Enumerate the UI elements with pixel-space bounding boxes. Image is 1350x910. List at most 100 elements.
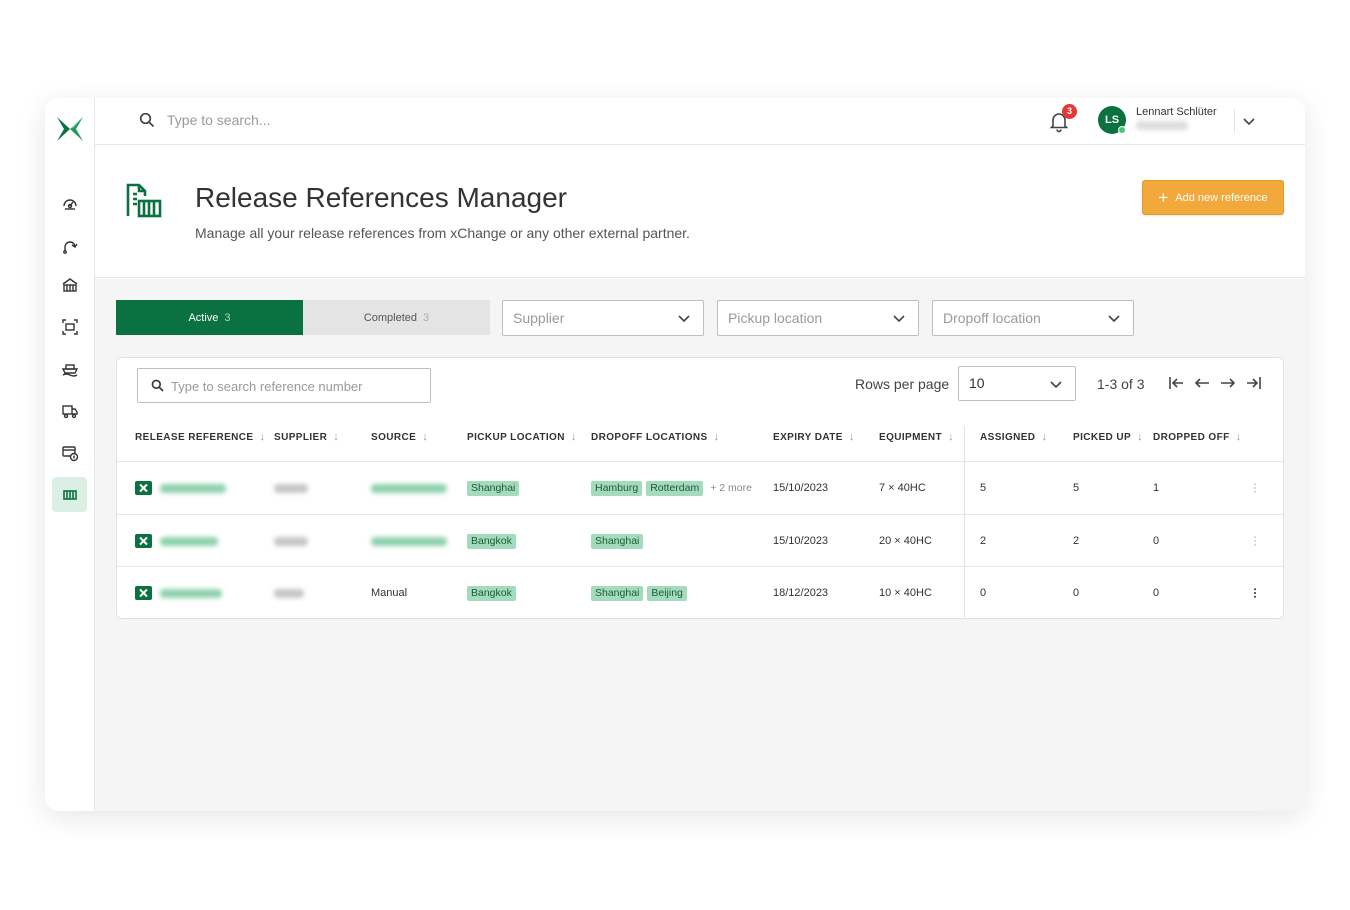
column-label: EXPIRY DATE	[773, 431, 843, 443]
table-row[interactable]: Shanghai Hamburg Rotterdam + 2 more 15/1…	[117, 462, 1283, 514]
location-tag: Shanghai	[467, 480, 520, 496]
supplier-cell	[274, 462, 308, 514]
column-label: SOURCE	[371, 431, 417, 443]
sidebar-item-ship[interactable]	[52, 351, 87, 386]
supplier-filter-select[interactable]: Supplier	[502, 300, 704, 336]
release-reference-cell	[135, 567, 222, 619]
redacted-supplier	[274, 483, 308, 493]
pickup-cell: Bangkok	[467, 567, 520, 619]
references-table-panel: Rows per page 10 1-3 of 3 RELEASE REFERE…	[116, 357, 1284, 619]
next-page-icon[interactable]	[1219, 374, 1237, 392]
sort-arrow-icon: ↓	[948, 431, 954, 443]
tab-completed-label: Completed	[363, 311, 418, 324]
tab-active-count: 3	[224, 311, 231, 324]
container-scan-icon	[61, 318, 78, 335]
user-name: Lennart Schlüter	[1136, 106, 1217, 118]
reference-search-field[interactable]	[137, 368, 431, 403]
redacted-reference-number[interactable]	[160, 483, 226, 493]
column-header-picked-up[interactable]: PICKED UP ↓	[1073, 431, 1143, 443]
dropped-off-cell: 0	[1153, 535, 1160, 547]
row-actions-menu[interactable]	[1253, 567, 1257, 619]
column-header-supplier[interactable]: SUPPLIER ↓	[274, 431, 339, 443]
location-tag: Bangkok	[467, 533, 516, 549]
sidebar-item-container-scan[interactable]	[52, 309, 87, 344]
truck-icon	[61, 404, 78, 418]
chevron-down-icon[interactable]	[1240, 112, 1258, 130]
column-header-release-reference[interactable]: RELEASE REFERENCE ↓	[135, 431, 265, 443]
sidebar-item-billing[interactable]	[52, 435, 87, 470]
more-vertical-icon	[1254, 588, 1256, 598]
picked-up-cell: 0	[1073, 587, 1080, 599]
sort-arrow-icon: ↓	[1137, 431, 1143, 443]
rows-per-page-label: Rows per page	[855, 376, 950, 392]
sidebar	[45, 98, 95, 811]
column-label: SUPPLIER	[274, 431, 328, 443]
dropoff-location-filter-select[interactable]: Dropoff location	[932, 300, 1134, 336]
chevron-down-icon	[1050, 381, 1062, 389]
add-new-reference-button[interactable]: + Add new reference	[1142, 180, 1284, 215]
location-tag: Hamburg	[591, 480, 643, 496]
source-cell: Manual	[371, 587, 408, 599]
sidebar-item-dashboard[interactable]	[52, 186, 87, 221]
reference-search-input[interactable]	[171, 377, 421, 395]
table-row[interactable]: Manual Bangkok Shanghai Beijing 18/12/20…	[117, 567, 1283, 619]
column-header-expiry-date[interactable]: EXPIRY DATE ↓	[773, 431, 855, 443]
pagination-info: 1-3 of 3	[1097, 376, 1145, 392]
tab-active[interactable]: Active 3	[116, 300, 303, 335]
previous-page-icon[interactable]	[1193, 374, 1211, 392]
column-label: DROPOFF LOCATIONS	[591, 431, 708, 443]
assigned-cell: 2	[980, 535, 987, 547]
sidebar-item-routes[interactable]	[52, 228, 87, 263]
redacted-reference-number[interactable]	[160, 536, 218, 546]
global-search-input[interactable]	[167, 110, 467, 130]
last-page-icon[interactable]	[1245, 374, 1263, 392]
column-header-assigned[interactable]: ASSIGNED ↓	[980, 431, 1047, 443]
more-vertical-icon	[1254, 536, 1256, 546]
dropped-off-cell: 0	[1153, 587, 1160, 599]
redacted-supplier	[274, 536, 308, 546]
notification-badge: 3	[1062, 104, 1077, 119]
column-label: EQUIPMENT	[879, 431, 943, 443]
app-window: 3 LS Lennart Schlüter Release References…	[45, 98, 1305, 811]
xchange-logo[interactable]	[55, 114, 85, 144]
sort-arrow-icon: ↓	[1041, 431, 1048, 443]
expiry-date-cell: 15/10/2023	[773, 535, 829, 547]
topbar: 3 LS Lennart Schlüter	[95, 98, 1305, 145]
rows-per-page-select[interactable]: 10	[958, 366, 1076, 401]
supplier-filter-placeholder: Supplier	[513, 310, 565, 326]
picked-up-cell: 2	[1073, 535, 1080, 547]
first-page-icon[interactable]	[1167, 374, 1185, 392]
release-references-icon	[62, 489, 77, 500]
table-row[interactable]: Bangkok Shanghai 15/10/2023 20 × 40HC 2 …	[117, 515, 1283, 567]
row-actions-menu[interactable]	[1253, 515, 1257, 567]
tab-completed[interactable]: Completed 3	[303, 300, 490, 335]
pickup-filter-placeholder: Pickup location	[728, 310, 823, 326]
column-header-dropped-off[interactable]: DROPPED OFF ↓	[1153, 431, 1242, 443]
sidebar-item-warehouse[interactable]	[52, 267, 87, 302]
online-status-dot	[1118, 126, 1126, 134]
row-actions-menu[interactable]	[1253, 462, 1257, 514]
redacted-reference-number[interactable]	[160, 588, 222, 598]
expiry-date-cell: 18/12/2023	[773, 587, 829, 599]
location-tag: Shanghai	[591, 585, 644, 601]
redacted-supplier	[274, 588, 304, 598]
add-new-reference-label: Add new reference	[1175, 191, 1268, 204]
pickup-location-filter-select[interactable]: Pickup location	[717, 300, 919, 336]
sort-arrow-icon: ↓	[570, 431, 577, 443]
sidebar-item-release-references[interactable]	[52, 477, 87, 512]
dropoff-filter-placeholder: Dropoff location	[943, 310, 1041, 326]
column-header-pickup-location[interactable]: PICKUP LOCATION ↓	[467, 431, 577, 443]
page-header: Release References Manager Manage all yo…	[95, 145, 1305, 278]
sort-arrow-icon: ↓	[333, 431, 340, 443]
column-header-equipment[interactable]: EQUIPMENT ↓	[879, 431, 954, 443]
sidebar-item-truck[interactable]	[52, 393, 87, 428]
more-locations-link[interactable]: + 2 more	[710, 482, 752, 494]
sort-arrow-icon: ↓	[713, 431, 720, 443]
dropoff-cell: Shanghai Beijing	[591, 567, 691, 619]
assigned-cell: 5	[980, 482, 987, 494]
plus-icon: +	[1158, 188, 1169, 207]
supplier-cell	[274, 567, 304, 619]
column-header-source[interactable]: SOURCE ↓	[371, 431, 428, 443]
chevron-down-icon	[893, 315, 905, 323]
column-header-dropoff-locations[interactable]: DROPOFF LOCATIONS ↓	[591, 431, 720, 443]
